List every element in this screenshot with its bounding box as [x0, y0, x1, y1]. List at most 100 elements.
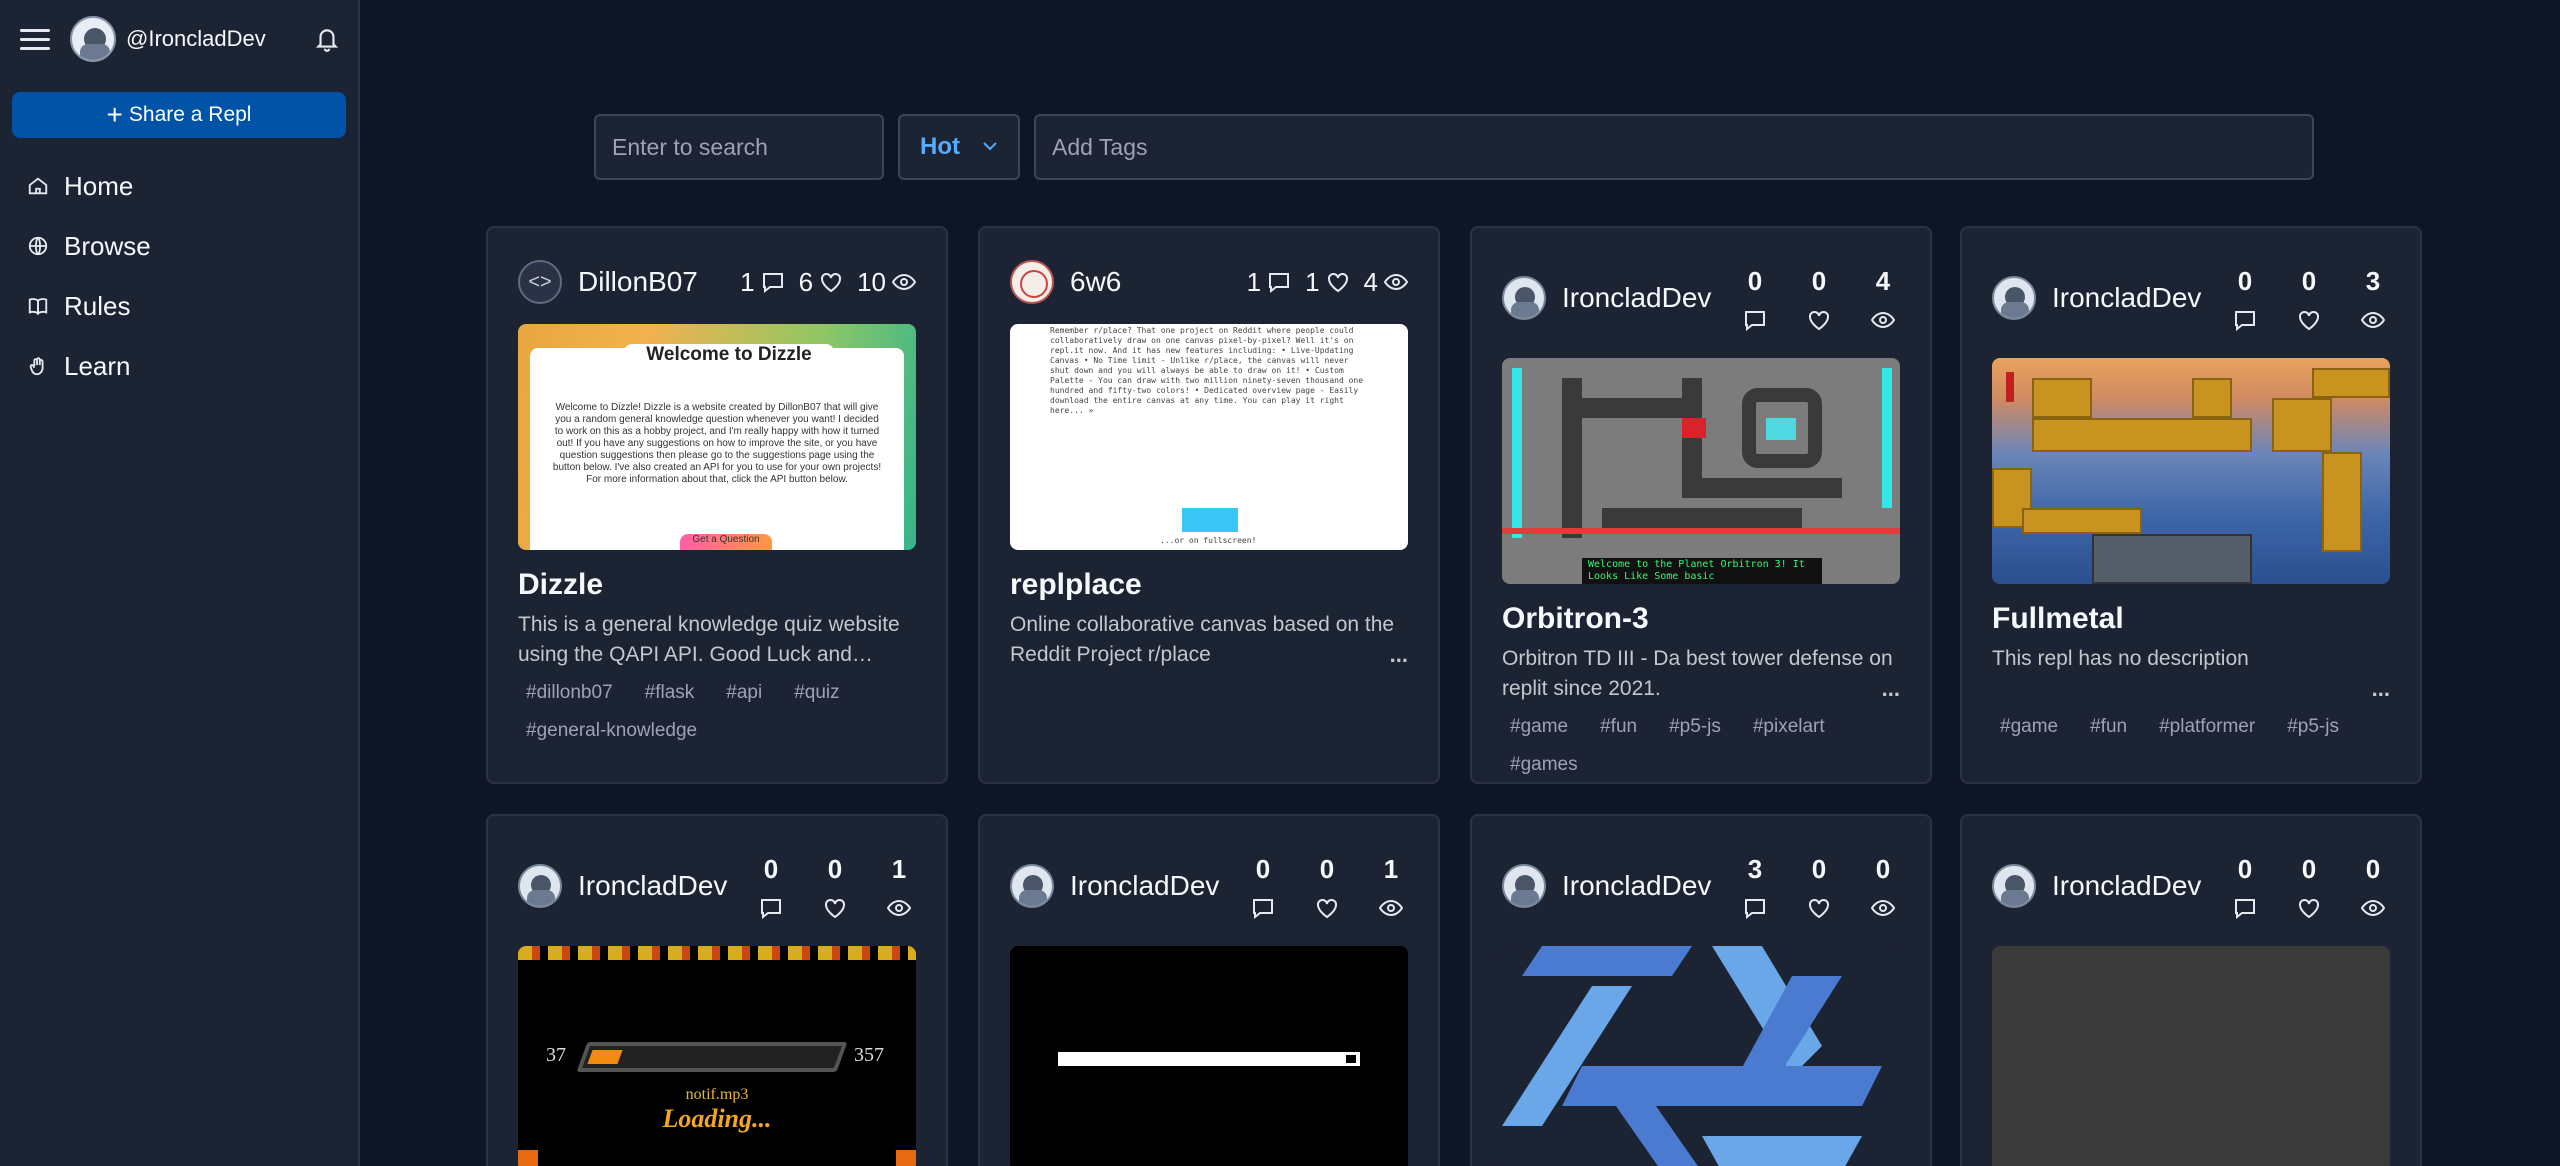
repl-card[interactable]: IroncladDev 0 0 4 Welcome to the Planet …	[1470, 226, 1932, 784]
card-description: This is a general knowledge quiz website…	[518, 613, 900, 666]
user-avatar[interactable]	[70, 16, 116, 62]
heart-icon[interactable]	[1807, 897, 1831, 919]
sidebar-header: @IroncladDev	[20, 16, 340, 62]
card-stats: 0 0 0	[2228, 854, 2390, 919]
user-avatar[interactable]	[1992, 276, 2036, 320]
card-stats: 1 1 4	[1247, 267, 1408, 298]
tag[interactable]: #quiz	[786, 678, 847, 708]
bell-icon[interactable]	[314, 25, 340, 53]
tag[interactable]: #general-knowledge	[518, 716, 705, 746]
sort-select[interactable]: Hot	[898, 114, 1020, 180]
home-icon	[26, 174, 50, 198]
heart-icon[interactable]	[819, 271, 843, 293]
sidebar-item-browse[interactable]: Browse	[26, 216, 346, 276]
sidebar-nav: Home Browse Rules Learn	[26, 156, 346, 396]
user-avatar[interactable]	[1502, 864, 1546, 908]
like-count: 0	[1811, 265, 1827, 296]
hamburger-menu-icon[interactable]	[20, 21, 56, 57]
card-title[interactable]: replplace	[1010, 568, 1142, 602]
code-avatar-icon[interactable]: <>	[518, 260, 562, 304]
tag[interactable]: #fun	[1592, 712, 1645, 742]
thumbnail-heading: Welcome to Dizzle	[624, 344, 834, 366]
user-avatar[interactable]	[1010, 864, 1054, 908]
comment-icon	[2233, 897, 2257, 919]
heart-icon[interactable]	[2297, 309, 2321, 331]
repl-card[interactable]: IroncladDev 3 0 0	[1470, 814, 1932, 1166]
eye-icon	[892, 271, 916, 293]
tag[interactable]: #flask	[637, 678, 703, 708]
tag[interactable]: #api	[718, 678, 770, 708]
card-username[interactable]: IroncladDev	[2052, 282, 2228, 314]
sidebar-item-rules[interactable]: Rules	[26, 276, 346, 336]
card-username[interactable]: IroncladDev	[1562, 282, 1738, 314]
user-avatar[interactable]	[1502, 276, 1546, 320]
user-avatar[interactable]	[1992, 864, 2036, 908]
heart-icon[interactable]	[1315, 897, 1339, 919]
view-count: 0	[2365, 853, 2381, 884]
heart-icon[interactable]	[2297, 897, 2321, 919]
repl-card[interactable]: IroncladDev 0 0 1	[978, 814, 1440, 1166]
tag[interactable]: #p5-js	[2279, 712, 2347, 742]
repl-card[interactable]: 6w6 1 1 4 Remember r/place? That one pro…	[978, 226, 1440, 784]
comment-icon	[761, 271, 785, 293]
like-count: 0	[2301, 265, 2317, 296]
card-tags: #game #fun #p5-js #pixelart #games	[1502, 712, 1902, 780]
user-avatar[interactable]	[518, 864, 562, 908]
like-count: 0	[1811, 853, 1827, 884]
card-stats: 3 0 0	[1738, 854, 1900, 919]
card-username[interactable]: IroncladDev	[1070, 870, 1246, 902]
repl-card[interactable]: IroncladDev 0 0 3 Fullmetal This repl ha…	[1960, 226, 2422, 784]
comment-icon	[1743, 897, 1767, 919]
heart-icon[interactable]	[1807, 309, 1831, 331]
globe-icon	[26, 234, 50, 258]
user-avatar[interactable]	[1010, 260, 1054, 304]
sidebar-item-label: Browse	[64, 230, 151, 261]
sidebar-item-label: Rules	[64, 290, 131, 321]
tag[interactable]: #platformer	[2151, 712, 2263, 742]
card-username[interactable]: IroncladDev	[578, 870, 754, 902]
sidebar-item-learn[interactable]: Learn	[26, 336, 346, 396]
comment-count: 0	[763, 853, 779, 884]
view-count: 4	[1875, 265, 1891, 296]
card-username[interactable]: DillonB07	[578, 266, 740, 298]
card-description: Online collaborative canvas based on the…	[1010, 613, 1395, 666]
card-username[interactable]: IroncladDev	[2052, 870, 2228, 902]
card-username[interactable]: IroncladDev	[1562, 870, 1738, 902]
sidebar-item-label: Home	[64, 170, 134, 201]
card-thumbnail	[1992, 358, 2390, 584]
like-count: 0	[827, 853, 843, 884]
tag[interactable]: #fun	[2082, 712, 2135, 742]
sidebar-username[interactable]: @IroncladDev	[126, 26, 314, 52]
comment-count: 1	[740, 266, 755, 297]
tag[interactable]: #game	[1502, 712, 1576, 742]
card-title[interactable]: Orbitron-3	[1502, 602, 1649, 636]
tag[interactable]: #dillonb07	[518, 678, 621, 708]
tag[interactable]: #pixelart	[1745, 712, 1833, 742]
card-title[interactable]: Dizzle	[518, 568, 603, 602]
more-ellipsis[interactable]: ...	[1390, 642, 1408, 668]
card-username[interactable]: 6w6	[1070, 266, 1247, 298]
tag[interactable]: #p5-js	[1661, 712, 1729, 742]
card-tags: #game #fun #platformer #p5-js	[1992, 712, 2392, 742]
like-count: 0	[1319, 853, 1335, 884]
card-thumbnail	[1010, 946, 1408, 1166]
more-ellipsis[interactable]: ...	[1882, 676, 1900, 702]
sidebar-item-home[interactable]: Home	[26, 156, 346, 216]
more-ellipsis[interactable]: ...	[2372, 676, 2390, 702]
heart-icon[interactable]	[823, 897, 847, 919]
repl-card[interactable]: IroncladDev 0 0 0	[1960, 814, 2422, 1166]
repl-card[interactable]: <> DillonB07 1 6 10 Welcome to Dizzle We…	[486, 226, 948, 784]
tag[interactable]: #games	[1502, 750, 1586, 780]
card-thumbnail: 37 357 notif.mp3 Loading...	[518, 946, 916, 1166]
repl-card[interactable]: IroncladDev 0 0 1 37 357 notif.mp3 Loadi…	[486, 814, 948, 1166]
card-title[interactable]: Fullmetal	[1992, 602, 2124, 636]
card-header: IroncladDev 0 0 3	[1992, 258, 2390, 338]
thumbnail-button	[1182, 508, 1238, 532]
share-a-repl-button[interactable]: + Share a Repl	[12, 92, 346, 138]
eye-icon	[1384, 271, 1408, 293]
tags-input[interactable]	[1034, 114, 2314, 180]
heart-icon[interactable]	[1326, 271, 1350, 293]
comment-count: 3	[1747, 853, 1763, 884]
tag[interactable]: #game	[1992, 712, 2066, 742]
search-input[interactable]	[594, 114, 884, 180]
